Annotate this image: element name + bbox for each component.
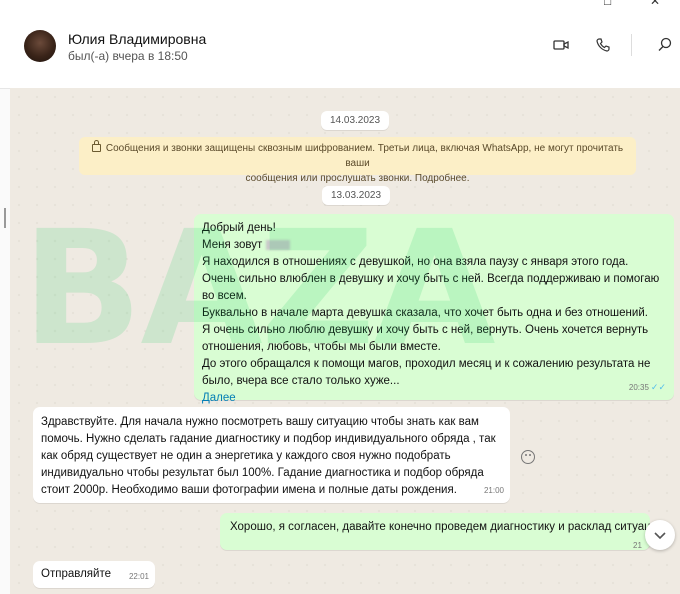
message-time: 22:01 (128, 572, 149, 581)
message-line: Здравствуйте. Для начала нужно посмотрет… (41, 416, 479, 428)
double-check-icon: ✓✓ (650, 382, 666, 392)
message-line: Отправляйте (41, 568, 111, 580)
scroll-to-bottom-button[interactable] (645, 520, 675, 550)
window-controls: □ ✕ (600, 0, 680, 8)
message-time: 21 (633, 541, 642, 550)
message-line: стоит 2000р. Необходимо ваши фотографии … (41, 484, 457, 496)
chat-header: Юлия Владимировна был(-а) вчера в 18:50 (0, 0, 680, 89)
message-bubble-incoming[interactable]: Здравствуйте. Для начала нужно посмотрет… (33, 407, 510, 503)
encryption-notice-line1: Сообщения и звонки защищены сквозным шиф… (105, 143, 624, 169)
maximize-button[interactable]: □ (604, 0, 611, 8)
message-time: 20:35 (628, 383, 649, 392)
emoji-reaction-icon[interactable] (521, 450, 535, 464)
message-bubble-outgoing[interactable]: Хорошо, я согласен, давайте конечно пров… (220, 513, 650, 550)
date-chip: 14.03.2023 (321, 111, 390, 130)
encryption-notice[interactable]: Сообщения и звонки защищены сквозным шиф… (79, 137, 636, 184)
message-bubble-incoming[interactable]: Отправляйте 22:01 (33, 561, 155, 588)
left-scrollbar-thumb[interactable] (4, 208, 6, 228)
header-divider (631, 34, 632, 56)
message-line: Хорошо, я согласен, давайте конечно пров… (230, 521, 650, 533)
chevron-down-icon (654, 532, 666, 540)
message-time: 21:00 (483, 486, 504, 495)
close-button[interactable]: ✕ (650, 0, 660, 8)
read-more-link[interactable]: Далее (202, 390, 659, 407)
contact-name[interactable]: Юлия Владимировна (68, 31, 206, 47)
phone-icon[interactable] (594, 36, 612, 54)
message-line: помочь. Нужно сделать гадание диагностик… (41, 433, 496, 445)
avatar[interactable] (24, 30, 56, 62)
search-icon[interactable] (656, 36, 674, 54)
watermark: BAZA (22, 197, 496, 381)
contact-status: был(-а) вчера в 18:50 (68, 49, 188, 63)
video-call-icon[interactable] (552, 36, 570, 54)
lock-icon (91, 140, 101, 152)
message-line: индивидуально чтобы результат был 100%. … (41, 467, 484, 479)
message-line: как обряд существует не один а энергетик… (41, 450, 451, 462)
encryption-notice-line2: сообщения или прослушать звонки. Подробн… (245, 173, 470, 184)
